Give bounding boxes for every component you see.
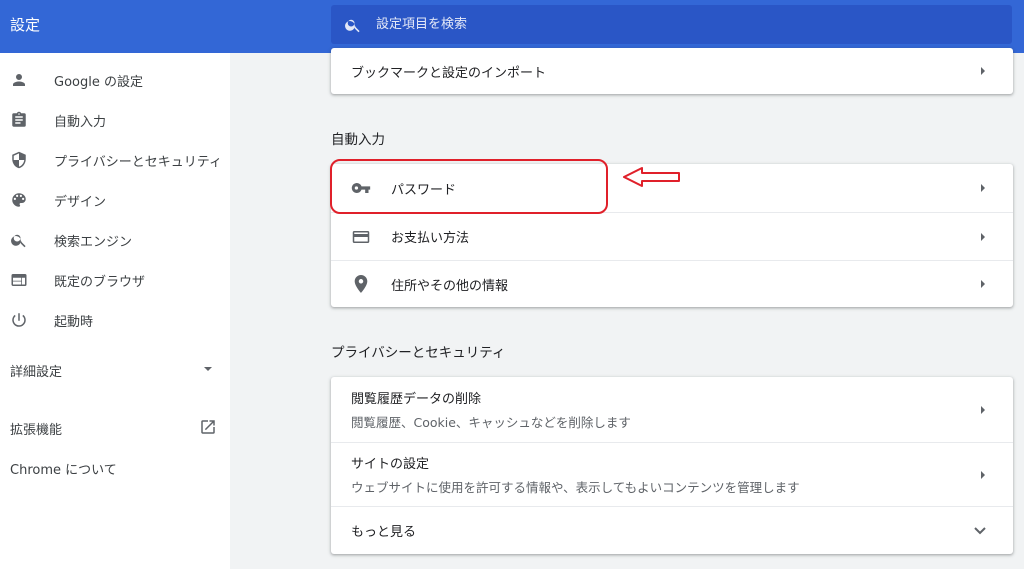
key-icon [351, 178, 371, 198]
clear-browsing-data-row[interactable]: 閲覧履歴データの削除 閲覧履歴、Cookie、キャッシュなどを削除します [331, 377, 1013, 442]
open-external-icon[interactable] [198, 418, 218, 436]
power-icon [9, 310, 29, 330]
sidebar-advanced[interactable]: 詳細設定 [10, 361, 62, 380]
arrow-right-icon [981, 470, 985, 479]
sidebar-item-label: プライバシーとセキュリティ [54, 154, 222, 170]
sidebar-extensions[interactable]: 拡張機能 [10, 419, 62, 438]
sidebar-item-search-engine[interactable]: 検索エンジン [0, 220, 230, 260]
sidebar-item-google[interactable]: Google の設定 [0, 60, 230, 100]
top-bar: 設定 [0, 0, 1024, 53]
sidebar-item-autofill[interactable]: 自動入力 [0, 100, 230, 140]
sidebar-item-label: 自動入力 [54, 114, 107, 130]
show-more-row[interactable]: もっと見る [331, 506, 1013, 554]
sidebar-item-default-browser[interactable]: 既定のブラウザ [0, 260, 230, 300]
search-input[interactable] [376, 9, 976, 40]
autofill-section-title: 自動入力 [331, 132, 385, 148]
addresses-row[interactable]: 住所やその他の情報 [331, 260, 1013, 307]
sidebar-item-label: 起動時 [54, 314, 94, 330]
page-title: 設定 [10, 16, 41, 34]
sidebar-item-startup[interactable]: 起動時 [0, 300, 230, 340]
arrow-right-icon [981, 405, 985, 414]
location-pin-icon [351, 274, 371, 294]
search-icon [345, 19, 360, 32]
person-icon [9, 70, 29, 90]
row-label: サイトの設定 [351, 457, 430, 472]
arrow-right-icon [981, 67, 985, 75]
arrow-right-icon [981, 184, 985, 192]
sidebar-item-label: デザイン [54, 194, 107, 210]
row-label: 住所やその他の情報 [391, 278, 509, 294]
payment-methods-row[interactable]: お支払い方法 [331, 212, 1013, 260]
privacy-card: 閲覧履歴データの削除 閲覧履歴、Cookie、キャッシュなどを削除します サイト… [331, 377, 1013, 554]
row-sublabel: ウェブサイトに使用を許可する情報や、表示してもよいコンテンツを管理します [351, 480, 800, 495]
import-bookmarks-row[interactable]: ブックマークと設定のインポート [331, 48, 1013, 94]
search-icon [9, 230, 29, 250]
row-sublabel: 閲覧履歴、Cookie、キャッシュなどを削除します [351, 415, 631, 430]
search-box[interactable] [331, 5, 1012, 44]
row-label: ブックマークと設定のインポート [351, 65, 547, 81]
row-label: パスワード [391, 182, 457, 198]
palette-icon [9, 190, 29, 210]
row-label: 閲覧履歴データの削除 [351, 392, 482, 407]
sidebar-item-design[interactable]: デザイン [0, 180, 230, 220]
sidebar-item-label: 既定のブラウザ [54, 274, 146, 290]
red-arrow-icon [623, 167, 680, 187]
credit-card-icon [351, 227, 371, 247]
arrow-right-icon [981, 232, 985, 241]
sidebar-item-privacy[interactable]: プライバシーとセキュリティ [0, 140, 230, 180]
browser-icon [9, 270, 29, 290]
shield-icon [9, 150, 29, 170]
sidebar-item-label: 検索エンジン [54, 234, 133, 250]
row-label: もっと見る [351, 525, 417, 540]
chevron-down-icon [974, 526, 986, 534]
sidebar-about[interactable]: Chrome について [10, 459, 117, 478]
clipboard-icon [9, 110, 29, 130]
row-label: お支払い方法 [391, 231, 470, 246]
sidebar-item-label: Google の設定 [54, 74, 143, 90]
caret-down-icon[interactable] [198, 361, 218, 377]
import-card: ブックマークと設定のインポート [331, 48, 1013, 94]
privacy-section-title: プライバシーとセキュリティ [331, 345, 506, 361]
arrow-right-icon [981, 280, 985, 288]
site-settings-row[interactable]: サイトの設定 ウェブサイトに使用を許可する情報や、表示してもよいコンテンツを管理… [331, 442, 1013, 506]
